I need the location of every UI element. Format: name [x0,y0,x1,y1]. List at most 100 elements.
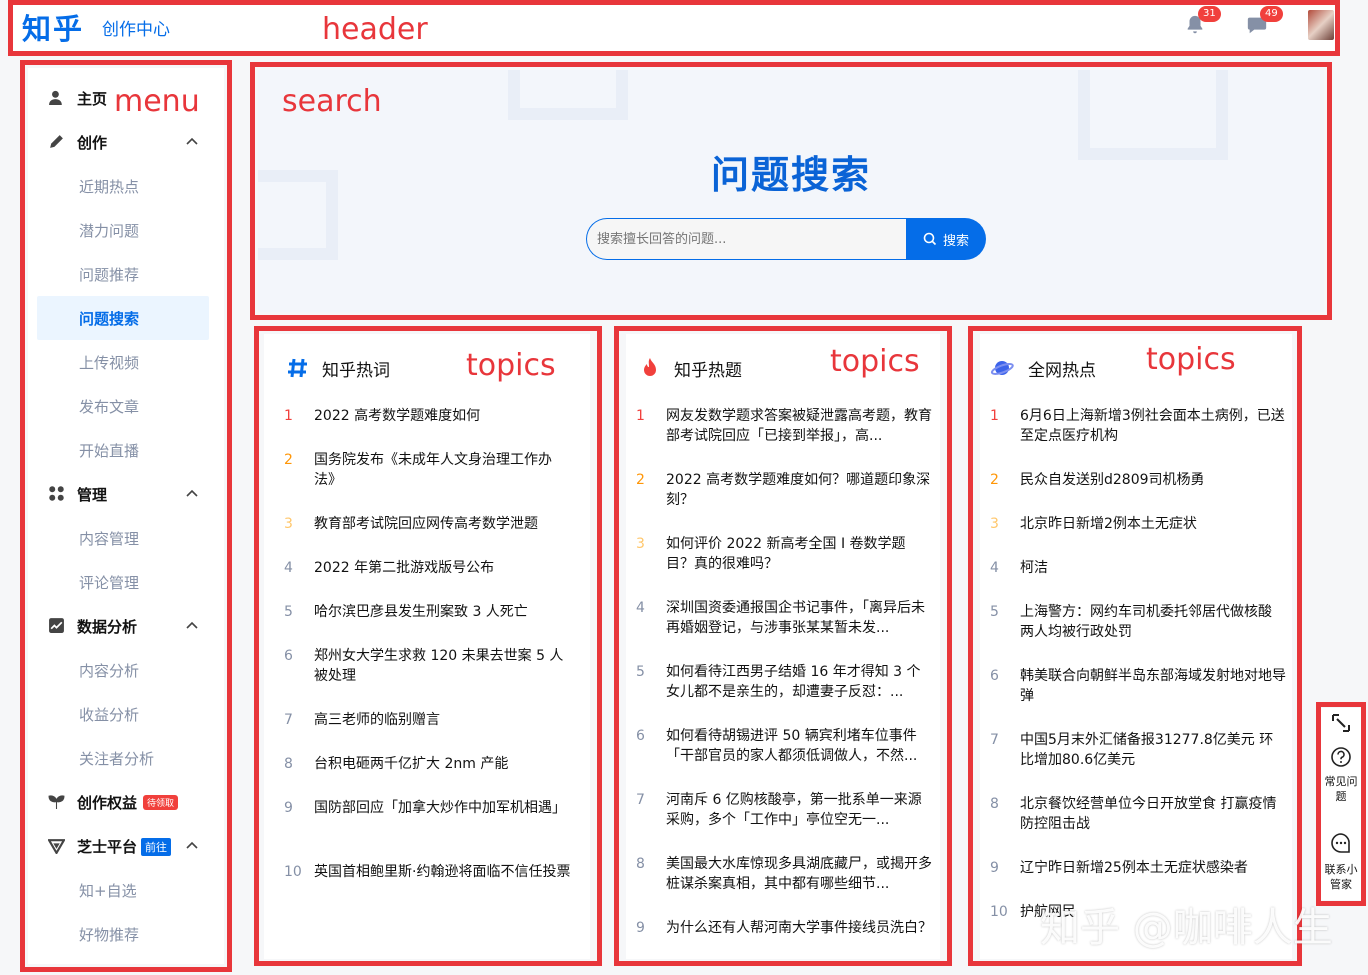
floating-help-bar: 常见问题 联系小管家 [1320,708,1362,900]
item-text: 如何评价 2022 新高考全国 Ⅰ 卷数学题目？真的很难吗？ [666,536,906,572]
notification-bell-button[interactable]: 31 [1184,6,1221,40]
sidebar-item-follower-analysis[interactable]: 关注者分析 [28,736,224,780]
sidebar-item-label: 管理 [77,485,108,504]
sidebar-item-label: 问题搜索 [79,309,140,328]
search-button[interactable]: 搜索 [906,218,986,260]
item-text: 如何看待胡锡进评 50 辆宾利堵车位事件「干部官员的家人都须低调做人，不然... [666,728,918,764]
item-text: 2022 高考数学题难度如何？哪道题印象深刻？ [666,472,931,508]
goto-badge[interactable]: 前往 [141,837,172,856]
sidebar-group-manage[interactable]: 管理 [28,472,224,516]
item-text: 北京餐饮经营单位今日开放堂食 打赢疫情防控阻击战 [1020,796,1277,832]
card-header: 全网热点 [980,352,1292,382]
creator-center-link[interactable]: 创作中心 [102,15,170,40]
sidebar-group-create[interactable]: 创作 [28,120,224,164]
sidebar-item-label: 潜力问题 [79,221,140,240]
item-text: 为什么还有人帮河南大学事件接线员洗白？ [666,920,932,936]
rank-number: 1 [636,408,645,424]
message-badge: 49 [1260,6,1283,22]
item-text: 深圳国资委通报国企书记事件，「离异后未再婚姻登记，与涉事张某某暂未发... [666,600,925,636]
hot-questions-card: 知乎热题 1 网友发数学题求答案被疑泄露高考题，教育部考试院回应「已接到举报」，高… [626,334,940,959]
sprout-icon [48,795,65,809]
sidebar-item-revenue-analysis[interactable]: 收益分析 [28,692,224,736]
annotation-label-topics: topics [830,344,920,379]
contact-assistant-button[interactable]: 联系小管家 [1320,862,1362,892]
sidebar-item-zhi-plus[interactable]: 知+自选 [28,868,224,912]
user-icon [49,90,62,105]
sidebar-item-potential[interactable]: 潜力问题 [28,208,224,252]
sidebar-item-recent-hot[interactable]: 近期热点 [28,164,224,208]
sidebar-item-label: 上传视频 [79,353,140,372]
item-text: 柯洁 [1020,560,1048,576]
item-text: 如何看待江西男子结婚 16 年才得知 3 个女儿都不是亲生的，却遭妻子反怼：..… [666,664,921,700]
item-text: 高三老师的临别赠言 [314,712,440,728]
rank-number: 2 [284,452,293,468]
rank-number: 1 [284,408,293,424]
rank-number: 6 [990,668,999,684]
chevron-up-icon [186,841,198,849]
rank-number: 3 [636,536,645,552]
rank-number: 9 [284,800,293,816]
screenshot-feedback-icon[interactable] [1330,712,1352,734]
sidebar-item-recommend[interactable]: 问题推荐 [28,252,224,296]
sidebar-item-upload-video[interactable]: 上传视频 [28,340,224,384]
messages-button[interactable]: 49 [1246,6,1283,40]
rank-number: 9 [990,860,999,876]
web-trending-card: 全网热点 1 6月6日上海新增3例社会面本土病例，已送至定点医疗机构 2 民众自发送… [980,334,1292,959]
sidebar-group-analytics[interactable]: 数据分析 [28,604,224,648]
sidebar-item-label: 开始直播 [79,441,140,460]
rank-number: 2 [636,472,645,488]
sidebar-item-creator-rights[interactable]: 创作权益 待领取 [28,780,224,824]
item-text: 北京昨日新增2例本土无症状 [1020,516,1197,532]
annotation-label-header: header [322,12,428,47]
rank-number: 8 [990,796,999,812]
sidebar-item-label: 主页 [77,89,108,108]
rank-number: 4 [990,560,999,576]
sidebar-item-goods-recommend[interactable]: 好物推荐 [28,912,224,956]
sidebar-item-label: 数据分析 [77,617,138,636]
item-text: 美国最大水库惊现多具湖底藏尸，或揭开多桩谋杀案真相，其中都有哪些细节... [666,856,932,892]
sidebar-item-publish-article[interactable]: 发布文章 [28,384,224,428]
sidebar-item-label: 问题推荐 [79,265,140,284]
annotation-label-topics: topics [466,348,556,383]
sidebar-item-live[interactable]: 开始直播 [28,428,224,472]
zhishi-logo-icon [48,839,65,854]
card-title: 知乎热词 [322,361,390,381]
faq-button[interactable]: 常见问题 [1320,774,1362,804]
sidebar-item-content-manage[interactable]: 内容管理 [28,516,224,560]
item-text: 6月6日上海新增3例社会面本土病例，已送至定点医疗机构 [1020,408,1285,444]
sidebar-item-label: 关注者分析 [79,749,155,768]
background-decoration [508,70,628,120]
annotation-label-menu: menu [114,84,200,119]
sidebar-item-label: 好物推荐 [79,925,140,944]
zhihu-logo[interactable]: 知乎 [22,6,84,48]
item-text: 郑州女大学生求救 120 未果去世案 5 人被处理 [314,648,564,684]
annotation-label-topics: topics [1146,342,1236,377]
rank-number: 3 [990,516,999,532]
rank-number: 4 [284,560,293,576]
item-text: 网友发数学题求答案被疑泄露高考题，教育部考试院回应「已接到举报」，高... [666,408,932,444]
rank-number: 4 [636,600,645,616]
top-header: 知乎 创作中心 31 49 [10,2,1338,52]
sidebar-item-label: 评论管理 [79,573,140,592]
rank-number: 8 [636,856,645,872]
sidebar-item-question-search[interactable]: 问题搜索 [37,296,209,340]
sidebar-group-zhishi[interactable]: 芝士平台 前往 [28,824,224,868]
search-input[interactable] [586,218,906,260]
rank-number: 10 [284,864,302,880]
watermark: 知乎 @咖啡人生 [1040,905,1333,951]
sidebar-item-comment-manage[interactable]: 评论管理 [28,560,224,604]
item-text: 国务院发布《未成年人文身治理工作办法》 [314,452,552,488]
user-avatar[interactable] [1308,10,1334,40]
annotation-label-search: search [282,84,382,119]
sidebar-item-content-analysis[interactable]: 内容分析 [28,648,224,692]
sidebar-item-label: 收益分析 [79,705,140,724]
item-text: 中国5月末外汇储备报31277.8亿美元 环比增加80.6亿美元 [1020,732,1274,768]
sidebar-item-label: 创作权益 [77,793,138,812]
sidebar-item-label: 近期热点 [79,177,140,196]
hot-words-card: 知乎热词 1 2022 高考数学题难度如何 2 国务院发布《未成年人文身治理工作办法… [264,334,590,959]
pending-badge: 待领取 [143,794,179,810]
rank-number: 5 [990,604,999,620]
sidebar-menu: 主页 创作 近期热点 潜力问题 问题推荐 问题搜索 上传视频 发布文章 开始直播… [28,68,224,964]
item-text: 国防部回应「加拿大炒作中加军机相遇」 [314,800,566,816]
question-icon [1331,747,1351,767]
